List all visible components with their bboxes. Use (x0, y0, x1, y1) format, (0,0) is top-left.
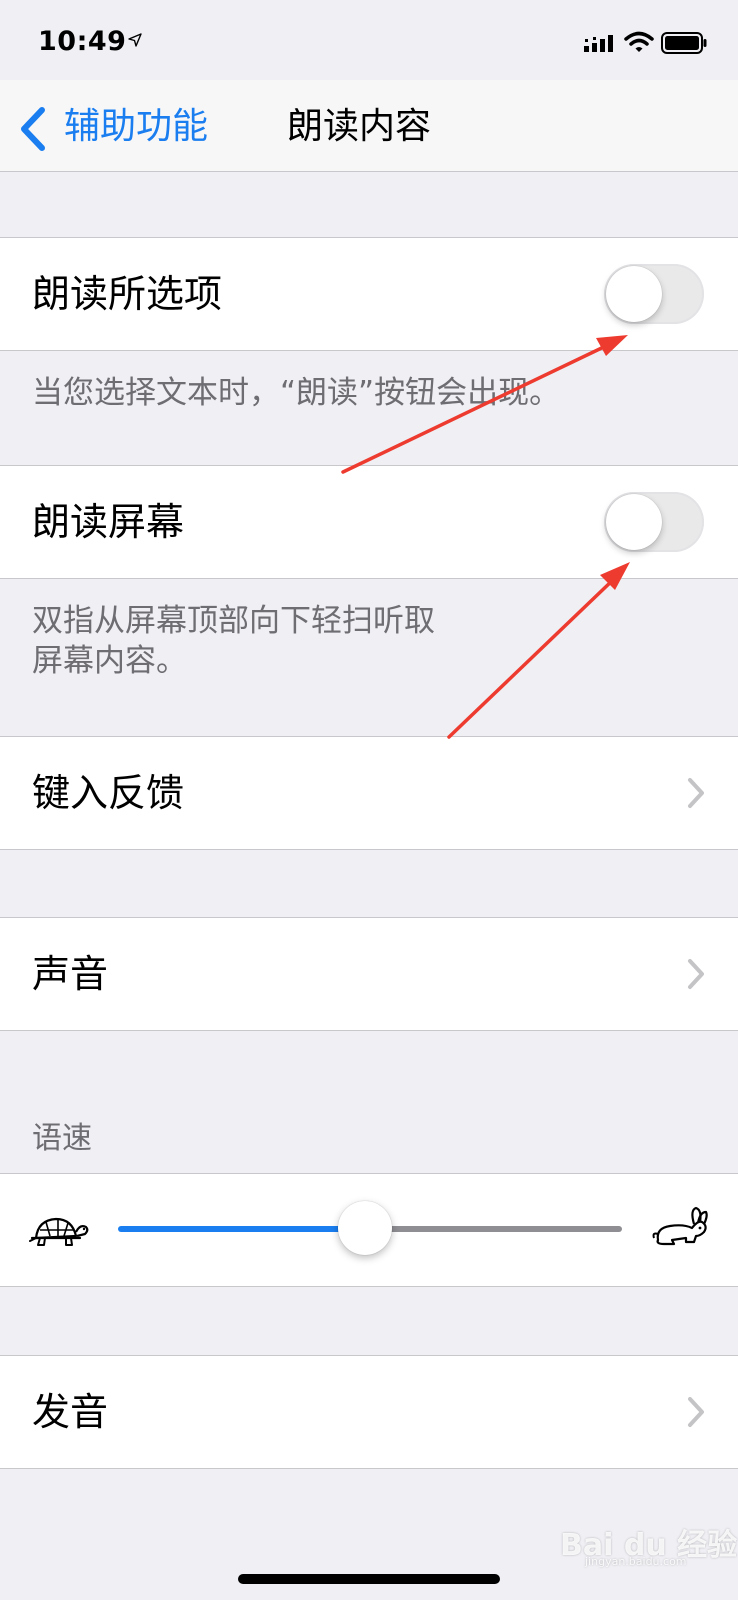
home-indicator[interactable] (238, 1574, 500, 1584)
battery-icon (661, 32, 707, 54)
speak-selection-label: 朗读所选项 (32, 272, 223, 316)
typing-feedback-row[interactable]: 键入反馈 (0, 736, 738, 850)
speaking-rate-slider-thumb[interactable] (338, 1201, 392, 1255)
speaking-rate-track-fill (118, 1226, 362, 1232)
toggle-knob (606, 494, 662, 550)
pronunciations-row[interactable]: 发音 (0, 1355, 738, 1469)
speak-screen-footer-line-1: 双指从屏幕顶部向下轻扫听取 (32, 603, 435, 639)
back-button[interactable]: 辅助功能 (64, 104, 208, 150)
chevron-right-icon (688, 959, 704, 989)
speaking-rate-header: 语速 (32, 1121, 92, 1156)
speak-screen-label: 朗读屏幕 (32, 500, 185, 544)
back-chevron-icon[interactable] (18, 106, 48, 152)
watermark-url: jingyan.baidu.com (585, 1555, 687, 1568)
annotation-arrow-2 (447, 562, 630, 739)
typing-feedback-label: 键入反馈 (32, 771, 185, 815)
chevron-right-icon (688, 1397, 704, 1427)
turtle-icon (29, 1217, 89, 1246)
speak-screen-footer-line-2: 屏幕内容。 (32, 643, 187, 679)
voices-label: 声音 (32, 952, 109, 996)
chevron-right-icon (688, 778, 704, 808)
toggle-knob (606, 266, 662, 322)
voices-row[interactable]: 声音 (0, 917, 738, 1031)
status-bar: 10:49 (0, 0, 738, 80)
page-title: 朗读内容 (287, 106, 432, 147)
speak-selection-footer: 当您选择文本时，“朗读”按钮会出现。 (32, 375, 561, 411)
speak-screen-toggle[interactable] (604, 492, 704, 552)
wifi-icon (624, 31, 654, 52)
speak-screen-row[interactable]: 朗读屏幕 (0, 465, 738, 579)
location-arrow-icon (128, 33, 142, 47)
cellular-signal-icon (584, 35, 613, 52)
status-time: 10:49 (38, 26, 127, 57)
pronunciations-label: 发音 (32, 1390, 109, 1434)
speaking-rate-track[interactable] (362, 1226, 622, 1232)
rabbit-icon (652, 1206, 708, 1246)
speak-selection-toggle[interactable] (604, 264, 704, 324)
speak-selection-row[interactable]: 朗读所选项 (0, 237, 738, 351)
